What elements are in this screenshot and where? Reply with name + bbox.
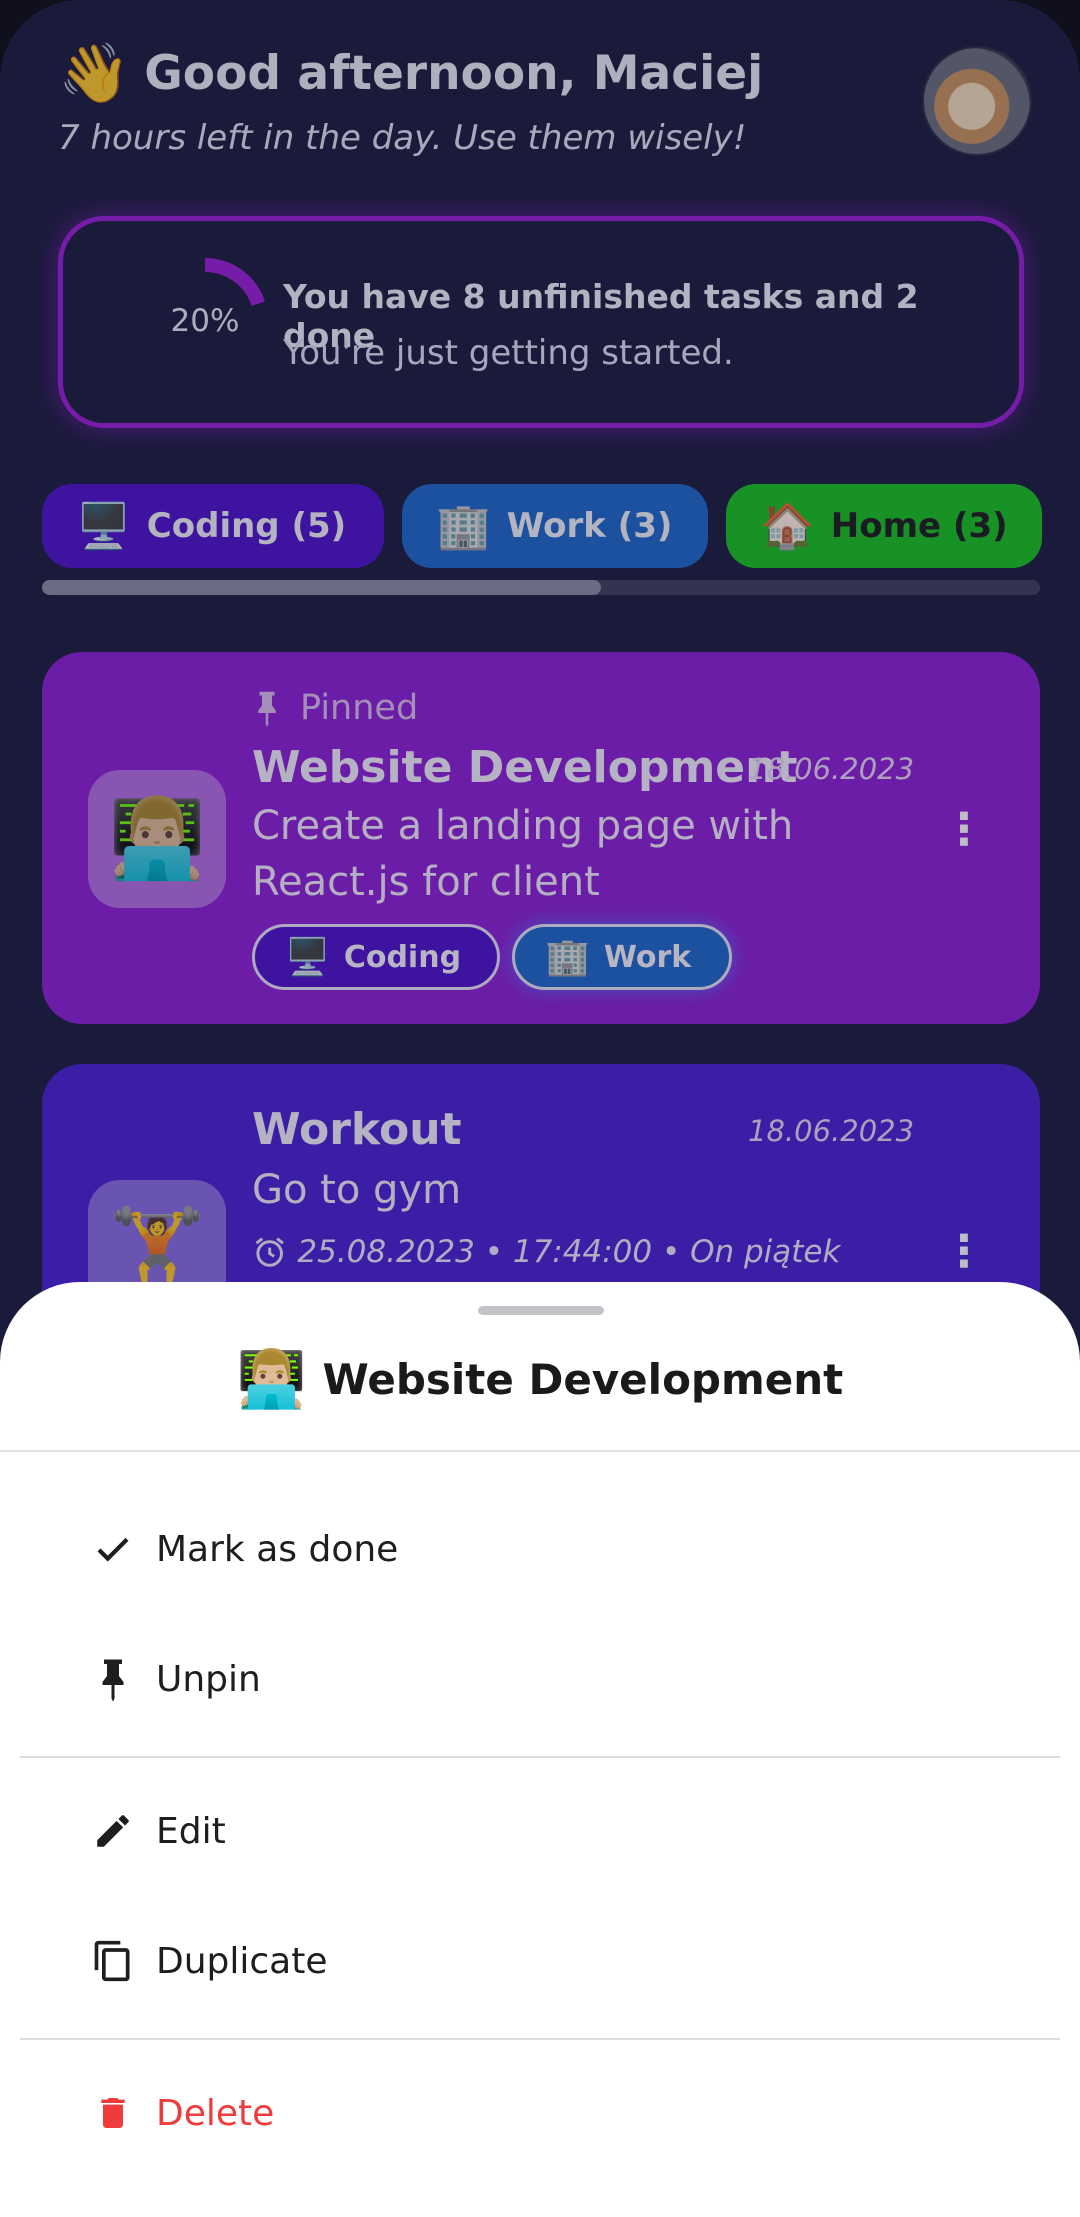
desktop-computer-icon: 🖥️	[285, 937, 330, 978]
trash-icon	[88, 2088, 138, 2138]
task-description: Go to gym	[252, 1167, 462, 1213]
pinned-label: Pinned	[300, 688, 419, 728]
task-date: 18.06.2023	[748, 1114, 915, 1148]
greeting-row: 👋 Good afternoon, Maciej	[58, 44, 763, 102]
divider	[20, 1756, 1060, 1758]
check-icon	[88, 1524, 138, 1574]
task-tag-work: 🏢 Work	[512, 924, 732, 990]
menu-item-label: Duplicate	[156, 1940, 328, 1982]
delete-button[interactable]: Delete	[0, 2058, 1080, 2168]
progress-percent: 20%	[170, 303, 240, 339]
unpin-button[interactable]: Unpin	[0, 1624, 1080, 1734]
category-chip-label: Coding (5)	[146, 506, 347, 546]
category-scrollbar[interactable]	[42, 580, 1040, 595]
alarm-clock-icon	[255, 1237, 284, 1267]
office-building-icon: 🏢	[436, 501, 491, 552]
category-scrollbar-thumb[interactable]	[42, 580, 601, 595]
task-tags: 🖥️ Coding 🏢 Work	[252, 924, 732, 990]
sheet-title: Website Development	[322, 1354, 844, 1404]
progress-subtitle: You're just getting started.	[283, 333, 734, 373]
sheet-drag-handle[interactable]	[478, 1306, 604, 1315]
pin-icon	[258, 691, 276, 727]
pin-icon	[88, 1654, 138, 1704]
category-chip-coding[interactable]: 🖥️ Coding (5)	[42, 484, 384, 568]
menu-item-label: Edit	[156, 1810, 226, 1852]
copy-icon	[88, 1936, 138, 1986]
profile-avatar[interactable]	[922, 46, 1032, 156]
technologist-icon: 👨🏼‍💻	[236, 1347, 307, 1412]
sheet-header: 👨🏼‍💻 Website Development	[0, 1346, 1080, 1412]
menu-item-label: Mark as done	[156, 1528, 399, 1570]
duplicate-button[interactable]: Duplicate	[0, 1906, 1080, 2016]
more-options-icon[interactable]: ⋮	[942, 808, 986, 852]
category-chip-work[interactable]: 🏢 Work (3)	[402, 484, 708, 568]
task-tag-label: Coding	[343, 939, 462, 975]
office-building-icon: 🏢	[545, 937, 590, 978]
edit-button[interactable]: Edit	[0, 1776, 1080, 1886]
more-options-icon[interactable]: ⋮	[942, 1230, 986, 1274]
task-description: Create a landing page with React.js for …	[252, 803, 794, 905]
waving-hand-icon: 👋	[58, 39, 131, 107]
category-chip-label: Work (3)	[506, 506, 673, 546]
greeting-title: Good afternoon, Maciej	[144, 45, 764, 101]
mark-as-done-button[interactable]: Mark as done	[0, 1494, 1080, 1604]
divider	[20, 2038, 1060, 2040]
pencil-icon	[88, 1806, 138, 1856]
menu-item-label: Unpin	[156, 1658, 261, 1700]
task-emoji-avatar: 👨🏼‍💻	[88, 770, 226, 908]
task-title: Website Development	[252, 742, 798, 793]
desktop-computer-icon: 🖥️	[76, 501, 131, 552]
task-options-bottom-sheet: 👨🏼‍💻 Website Development Mark as done Un…	[0, 1282, 1080, 2217]
task-tag-label: Work	[603, 939, 692, 975]
progress-card: 20% You have 8 unfinished tasks and 2 do…	[58, 216, 1024, 428]
progress-ring-arc	[204, 258, 265, 307]
category-chip-label: Home (3)	[830, 506, 1008, 546]
divider	[0, 1450, 1080, 1452]
menu-item-label: Delete	[156, 2092, 275, 2134]
task-title: Workout	[252, 1104, 462, 1155]
house-icon: 🏠	[760, 501, 815, 552]
task-date: 18.06.2023	[748, 752, 915, 786]
task-tag-coding: 🖥️ Coding	[252, 924, 500, 990]
category-chip-home[interactable]: 🏠 Home (3)	[726, 484, 1042, 568]
greeting-subtitle: 7 hours left in the day. Use them wisely…	[58, 118, 747, 158]
pinned-indicator: Pinned	[252, 688, 418, 728]
category-chips: 🖥️ Coding (5) 🏢 Work (3) 🏠 Home (3)	[42, 484, 1042, 568]
task-card[interactable]: 👨🏼‍💻 Pinned Website Development 18.06.20…	[42, 652, 1040, 1024]
